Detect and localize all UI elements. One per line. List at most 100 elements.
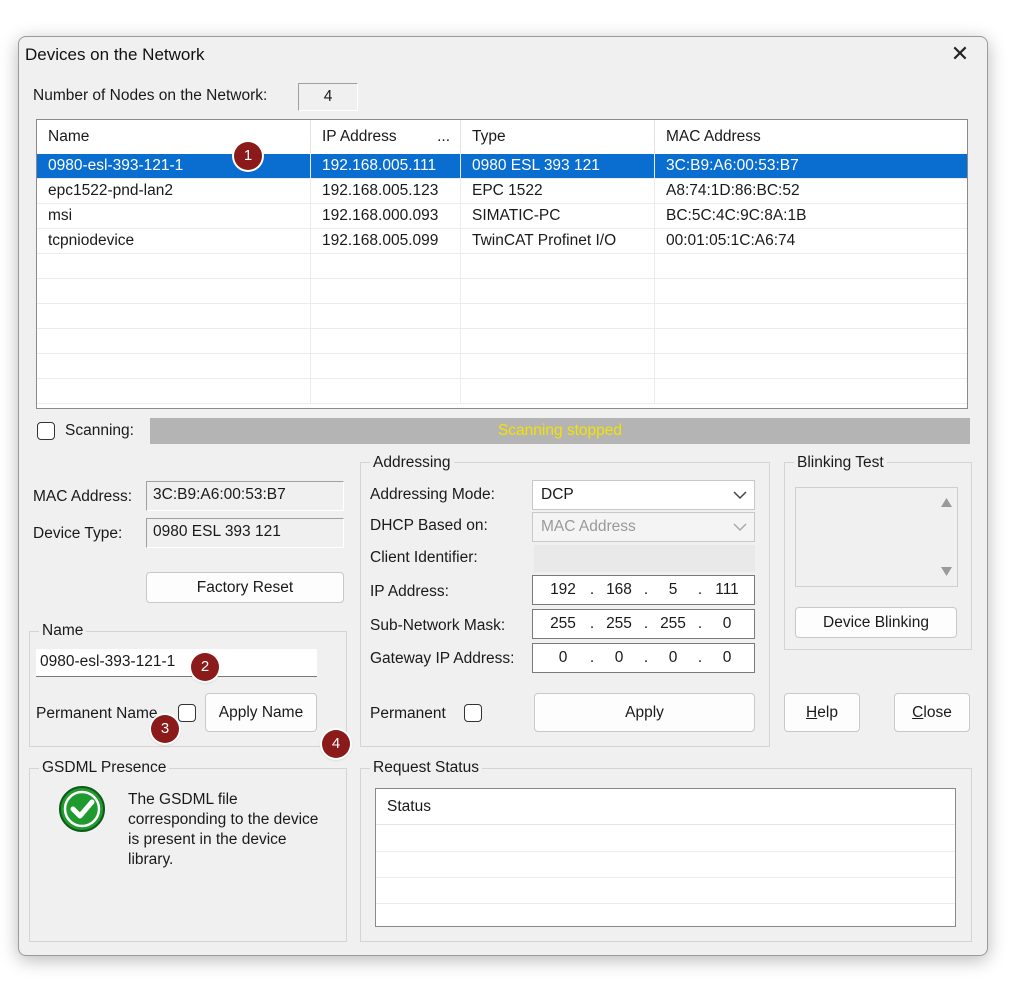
gsdml-group-title: GSDML Presence <box>39 759 170 777</box>
blinking-list[interactable] <box>795 487 958 587</box>
scroll-down-icon[interactable] <box>941 567 952 576</box>
callout-badge-3: 3 <box>151 715 179 743</box>
close-button[interactable]: Close <box>894 693 970 732</box>
apply-button[interactable]: Apply <box>534 693 755 732</box>
cell-mac: 00:01:05:1C:A6:74 <box>666 232 796 249</box>
dhcp-based-value: MAC Address <box>541 518 636 535</box>
cell-mac <box>655 279 967 303</box>
cell-type <box>461 379 655 403</box>
name-group-title: Name <box>39 622 87 640</box>
mask-octet: 255 <box>660 615 686 632</box>
factory-reset-button[interactable]: Factory Reset <box>146 572 344 603</box>
close-mnemonic: C <box>912 704 924 721</box>
ip-dot: . <box>589 581 595 598</box>
cell-ip <box>311 254 461 278</box>
gateway-dot: . <box>697 649 703 666</box>
column-ip-more: ... <box>437 128 450 145</box>
cell-ip <box>311 329 461 353</box>
ip-octet: 5 <box>668 581 678 598</box>
apply-name-button[interactable]: Apply Name <box>205 693 317 732</box>
ip-address-label: IP Address: <box>370 583 449 600</box>
gateway-label: Gateway IP Address: <box>370 650 515 667</box>
status-row <box>376 877 955 904</box>
scanning-checkbox[interactable] <box>37 422 55 440</box>
check-icon <box>59 786 105 832</box>
gateway-input[interactable]: 0 . 0 . 0 . 0 <box>532 643 755 673</box>
request-status-title: Request Status <box>370 759 482 777</box>
ip-dot: . <box>697 581 703 598</box>
device-row[interactable]: msi 192.168.000.093 SIMATIC-PC BC:5C:4C:9C:… <box>37 204 967 229</box>
column-ip[interactable]: IP Address ... <box>311 120 461 154</box>
device-name-input[interactable]: 0980-esl-393-121-1 <box>36 649 317 677</box>
nodes-label: Number of Nodes on the Network: <box>33 87 268 104</box>
cell-type: SIMATIC-PC <box>461 204 655 228</box>
cell-type: TwinCAT Profinet I/O <box>461 229 655 253</box>
gateway-octet: 0 <box>614 649 624 666</box>
gateway-octet: 0 <box>558 649 568 666</box>
cell-type <box>461 254 655 278</box>
devices-dialog: Devices on the Network ✕ Number of Nodes… <box>18 36 988 956</box>
dialog-title: Devices on the Network <box>25 45 205 64</box>
cell-name: msi <box>37 204 311 228</box>
cell-name <box>37 279 311 303</box>
permanent-name-checkbox[interactable] <box>178 704 196 722</box>
device-row[interactable]: 0980-esl-393-121-1 192.168.005.111 0980 ES… <box>37 154 967 179</box>
device-blinking-button[interactable]: Device Blinking <box>795 607 957 638</box>
cell-ip <box>311 304 461 328</box>
subnet-mask-label: Sub-Network Mask: <box>370 617 506 634</box>
nodes-count: 4 <box>298 83 358 111</box>
empty-row <box>37 354 967 379</box>
gateway-dot: . <box>589 649 595 666</box>
request-status-list[interactable]: Status <box>375 788 956 927</box>
cell-ip <box>311 279 461 303</box>
mask-dot: . <box>589 615 595 632</box>
help-button[interactable]: Help <box>784 693 860 732</box>
status-row <box>376 851 955 878</box>
addressing-mode-select[interactable]: DCP <box>532 480 755 510</box>
gsdml-text-line: corresponding to the device <box>128 811 319 828</box>
gsdml-text-line: is present in the device <box>128 831 287 848</box>
device-list[interactable]: Name IP Address ... Type MAC Address 098… <box>36 119 968 409</box>
cell-name: tcpniodevice <box>37 229 311 253</box>
cell-ip <box>311 379 461 403</box>
column-name[interactable]: Name <box>37 120 311 154</box>
empty-row <box>37 279 967 304</box>
column-type[interactable]: Type <box>461 120 655 154</box>
client-identifier-input <box>534 545 755 572</box>
cell-type <box>461 304 655 328</box>
permanent-checkbox[interactable] <box>464 704 482 722</box>
chevron-down-icon <box>733 491 747 500</box>
device-row[interactable]: tcpniodevice 192.168.005.099 TwinCAT Profi… <box>37 229 967 254</box>
cell-ip: 192.168.000.093 <box>311 204 461 228</box>
ip-octet: 168 <box>606 581 632 598</box>
mask-dot: . <box>643 615 649 632</box>
permanent-name-label: Permanent Name <box>36 705 158 722</box>
dhcp-based-label: DHCP Based on: <box>370 517 488 534</box>
ip-dot: . <box>643 581 649 598</box>
device-row[interactable]: epc1522-pnd-lan2 192.168.005.123 EPC 1522 A… <box>37 179 967 204</box>
cell-mac <box>655 304 967 328</box>
addressing-mode-label: Addressing Mode: <box>370 486 495 503</box>
callout-badge-2: 2 <box>191 653 219 681</box>
cell-ip: 192.168.005.123 <box>311 179 461 203</box>
status-column-header[interactable]: Status <box>376 789 955 825</box>
ip-address-input[interactable]: 192 . 168 . 5 . 111 <box>532 575 755 605</box>
column-mac[interactable]: MAC Address <box>655 120 967 154</box>
close-icon[interactable]: ✕ <box>947 41 973 67</box>
addressing-mode-value: DCP <box>541 486 574 503</box>
empty-row <box>37 304 967 329</box>
cell-mac: BC:5C:4C:9C:8A:1B <box>666 207 807 224</box>
empty-row <box>37 329 967 354</box>
scanning-status-bar: Scanning stopped <box>150 418 970 444</box>
cell-type: 0980 ESL 393 121 <box>461 154 655 178</box>
client-identifier-label: Client Identifier: <box>370 549 478 566</box>
gateway-dot: . <box>643 649 649 666</box>
device-list-header: Name IP Address ... Type MAC Address <box>37 120 967 155</box>
cell-mac <box>655 354 967 378</box>
blinking-scrollbar[interactable] <box>935 488 957 586</box>
cell-name <box>37 304 311 328</box>
cell-name <box>37 354 311 378</box>
scroll-up-icon[interactable] <box>941 498 952 507</box>
mac-address-label: MAC Address: <box>33 488 133 505</box>
subnet-mask-input[interactable]: 255 . 255 . 255 . 0 <box>532 609 755 639</box>
